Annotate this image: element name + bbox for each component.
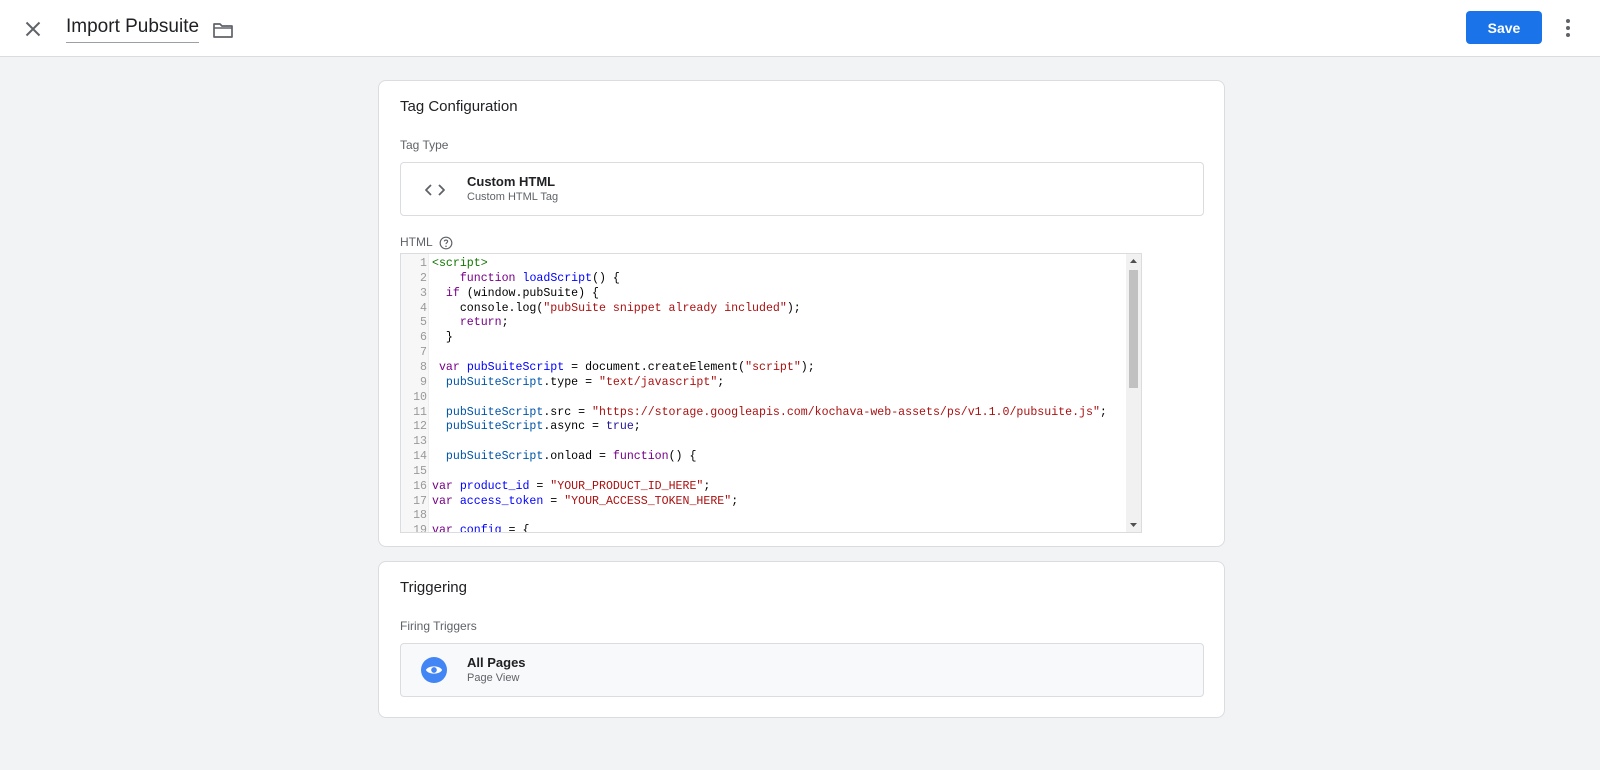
html-code-editor[interactable]: 1 <script> 2 function loadScript() {3 if (…: [400, 253, 1142, 533]
code-text: var config = {: [432, 524, 530, 533]
more-options-button[interactable]: [1556, 16, 1580, 40]
more-vert-icon: [1566, 19, 1570, 37]
code-line: 8 var pubSuiteScript = document.createEl…: [401, 359, 1125, 375]
code-line: 16 var product_id = "YOUR_PRODUCT_ID_HERE…: [401, 478, 1125, 494]
line-number: 2: [401, 270, 427, 286]
help-icon[interactable]: [439, 236, 453, 250]
line-number: 14: [401, 449, 427, 465]
line-number: 3: [401, 285, 427, 301]
line-number: 1: [401, 256, 427, 271]
trigger-description: Page View: [467, 672, 520, 684]
tag-name-field[interactable]: Import Pubsuite: [66, 16, 200, 43]
tag-configuration-card: Tag Configuration Tag Type Custom HTML C…: [378, 80, 1225, 547]
line-number: 12: [401, 419, 427, 435]
code-line: 6 }: [401, 330, 1125, 346]
tag-type-selector[interactable]: Custom HTML Custom HTML Tag: [400, 162, 1204, 216]
code-text: pubSuiteScript.async = true;: [445, 420, 641, 434]
code-text: pubSuiteScript.type = "text/javascript";: [445, 375, 725, 389]
folder-icon: [213, 23, 233, 38]
code-line: 5 return;: [401, 315, 1125, 331]
html-label: HTML: [400, 235, 433, 249]
code-line: 11 pubSuiteScript.src = "https://storage…: [401, 404, 1125, 420]
code-line: 1 <script>: [401, 256, 1125, 271]
line-number: 4: [401, 300, 427, 316]
line-number: 8: [401, 359, 427, 375]
code-text: var product_id = "YOUR_PRODUCT_ID_HERE";: [432, 479, 711, 493]
firing-triggers-label: Firing Triggers: [400, 619, 477, 633]
code-line: 2 function loadScript() {: [401, 270, 1125, 286]
triggering-card: Triggering Firing Triggers All Pages Pag…: [378, 561, 1225, 718]
save-button[interactable]: Save: [1466, 11, 1542, 44]
code-line: 19 var config = {: [401, 523, 1125, 533]
editor-scrollbar[interactable]: [1126, 254, 1141, 532]
code-text: pubSuiteScript.onload = function() {: [445, 450, 697, 464]
line-number: 7: [401, 345, 427, 361]
tag-type-label: Tag Type: [400, 138, 449, 152]
scroll-thumb[interactable]: [1129, 270, 1138, 388]
code-line: 9 pubSuiteScript.type = "text/javascript…: [401, 374, 1125, 390]
code-line: 10: [401, 389, 1125, 405]
code-text: console.log("pubSuite snippet already in…: [432, 301, 801, 315]
code-line: 18: [401, 508, 1125, 524]
line-number: 19: [401, 523, 427, 532]
code-line: 14 pubSuiteScript.onload = function() {: [401, 449, 1125, 465]
code-line: 13: [401, 434, 1125, 450]
code-line: 12 pubSuiteScript.async = true;: [401, 419, 1125, 435]
line-number: 15: [401, 463, 427, 479]
scroll-up-arrow-icon[interactable]: [1126, 254, 1141, 268]
line-number: 17: [401, 493, 427, 509]
line-number: 10: [401, 389, 427, 405]
code-text: if (window.pubSuite) {: [445, 286, 599, 300]
line-number: 11: [401, 404, 427, 420]
code-text: function loadScript() {: [459, 271, 620, 285]
close-icon: [25, 21, 41, 37]
eye-icon: [421, 657, 447, 683]
top-bar: Import Pubsuite Save: [0, 0, 1600, 57]
code-text: var pubSuiteScript = document.createElem…: [438, 360, 815, 374]
tag-type-description: Custom HTML Tag: [467, 191, 559, 203]
code-line: 17 var access_token = "YOUR_ACCESS_TOKEN_…: [401, 493, 1125, 509]
code-text: return;: [459, 316, 509, 330]
tag-configuration-title: Tag Configuration: [400, 98, 518, 115]
code-line: 4 console.log("pubSuite snippet already …: [401, 300, 1125, 316]
code-text: <script>: [432, 257, 488, 270]
folder-button[interactable]: [211, 18, 235, 42]
tag-type-name: Custom HTML: [467, 174, 556, 189]
triggering-title: Triggering: [400, 579, 467, 596]
scroll-down-arrow-icon[interactable]: [1126, 518, 1141, 532]
code-text: var access_token = "YOUR_ACCESS_TOKEN_HE…: [432, 494, 739, 508]
code-line: 7: [401, 345, 1125, 361]
line-number: 18: [401, 508, 427, 524]
code-line: 15: [401, 463, 1125, 479]
line-number: 6: [401, 330, 427, 346]
code-text: }: [432, 331, 453, 345]
line-number: 5: [401, 315, 427, 331]
line-number: 16: [401, 478, 427, 494]
trigger-name: All Pages: [467, 655, 526, 670]
code-line: 3 if (window.pubSuite) {: [401, 285, 1125, 301]
code-text: pubSuiteScript.src = "https://storage.go…: [445, 405, 1107, 419]
line-number: 9: [401, 374, 427, 390]
close-button[interactable]: [20, 16, 46, 42]
trigger-item-all-pages[interactable]: All Pages Page View: [400, 643, 1204, 697]
line-number: 13: [401, 434, 427, 450]
code-brackets-icon: [425, 184, 445, 196]
